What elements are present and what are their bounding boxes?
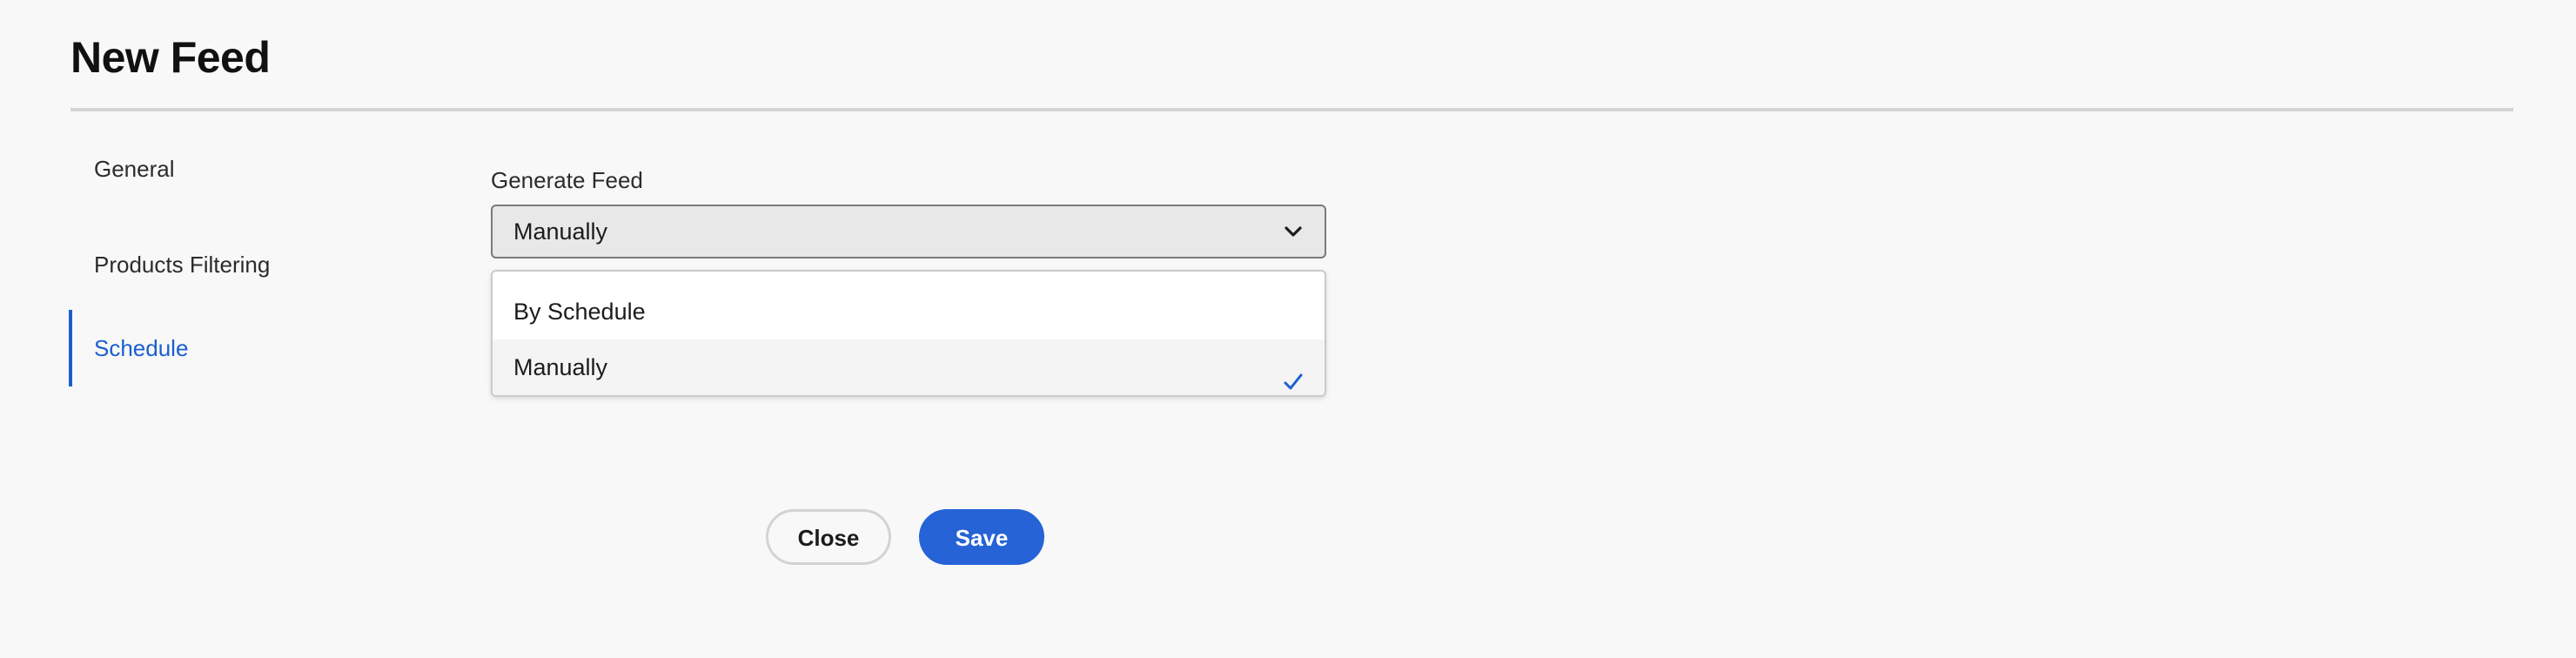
sidebar-item-general[interactable]: General — [69, 143, 417, 219]
close-button[interactable]: Close — [766, 509, 891, 565]
page-title: New Feed — [70, 33, 271, 82]
generate-feed-picker[interactable]: Manually — [491, 205, 1326, 258]
title-divider — [70, 108, 2513, 111]
sidebar-item-schedule[interactable]: Schedule — [69, 310, 417, 386]
menu-item-label: By Schedule — [513, 299, 646, 325]
menu-item-manually[interactable]: Manually — [493, 339, 1325, 395]
generate-feed-menu: By Schedule Manually — [491, 270, 1326, 397]
checkmark-icon — [1283, 357, 1304, 390]
chevron-down-icon — [1283, 221, 1304, 242]
save-button[interactable]: Save — [919, 509, 1044, 565]
generate-feed-label: Generate Feed — [491, 167, 643, 193]
sidebar-item-products-filtering[interactable]: Products Filtering — [69, 226, 417, 303]
generate-feed-value: Manually — [513, 218, 608, 245]
menu-item-by-schedule[interactable]: By Schedule — [493, 284, 1325, 339]
menu-item-label: Manually — [513, 354, 608, 380]
side-nav: General Products Filtering Schedule — [69, 155, 417, 393]
